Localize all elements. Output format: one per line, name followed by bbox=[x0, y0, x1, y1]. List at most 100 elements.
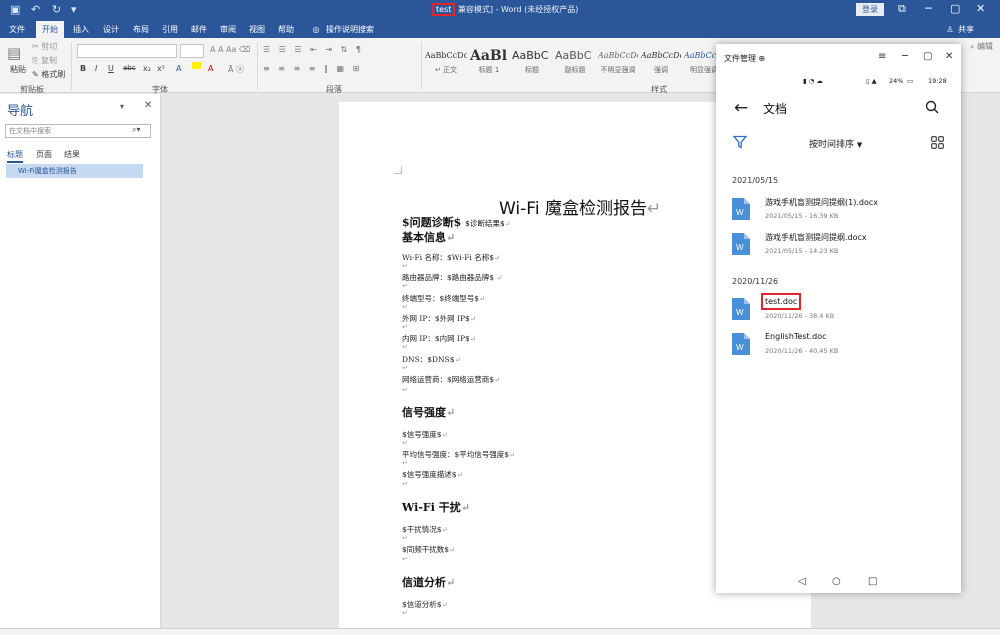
nav-tab-headings[interactable]: 标题 bbox=[7, 149, 23, 163]
copy-button[interactable]: ⎘ 复制 bbox=[32, 55, 57, 66]
nav-recents-icon[interactable]: □ bbox=[868, 576, 877, 587]
file-name: 游戏手机盲测提问提纲(1).docx bbox=[765, 198, 878, 207]
title-rest: 兼容模式] - Word (未经授权产品) bbox=[457, 5, 579, 14]
doc-line: 平均信号强度：$平均信号强度$↵ bbox=[402, 450, 516, 459]
filter-icon[interactable] bbox=[733, 135, 747, 149]
tab-references[interactable]: 引用 bbox=[157, 21, 183, 38]
paste-button[interactable]: 粘贴 bbox=[10, 64, 26, 75]
cut-button[interactable]: ✂ 剪切 bbox=[32, 41, 57, 52]
tab-help[interactable]: 帮助 bbox=[273, 21, 299, 38]
tab-insert[interactable]: 插入 bbox=[68, 21, 94, 38]
word-doc-icon: W bbox=[732, 198, 750, 220]
maximize-icon[interactable]: ▢ bbox=[950, 2, 960, 15]
paste-icon[interactable]: ▤ bbox=[7, 44, 21, 62]
tab-view[interactable]: 视图 bbox=[244, 21, 270, 38]
subscript-button[interactable]: x₂ bbox=[143, 64, 151, 73]
undo-icon[interactable]: ↶ bbox=[31, 3, 40, 16]
divider bbox=[71, 42, 72, 90]
sort-dropdown[interactable]: 按时间排序 ▼ bbox=[809, 137, 862, 150]
nav-search-input[interactable]: 在文档中搜索 bbox=[5, 124, 151, 138]
clock-time: 19:28 bbox=[928, 77, 947, 85]
format-painter-button[interactable]: ✎ 格式刷 bbox=[32, 69, 65, 80]
doc-line: 路由器品牌：$路由器品牌$ ↵ bbox=[402, 273, 503, 282]
copy-label: 复制 bbox=[40, 56, 57, 65]
share-button[interactable]: 共享 bbox=[958, 21, 974, 38]
back-arrow-icon[interactable]: ← bbox=[734, 98, 748, 118]
font-color-button[interactable]: A bbox=[208, 64, 213, 73]
minimize-icon[interactable]: ─ bbox=[925, 2, 932, 15]
font-grow-icon[interactable]: A A Aa ⌫ bbox=[210, 45, 250, 54]
superscript-button[interactable]: x² bbox=[157, 64, 165, 73]
chevron-down-icon: ▼ bbox=[856, 141, 863, 149]
font-name-select[interactable] bbox=[77, 44, 177, 58]
diagnosis-heading: $问题诊断$ $诊断结果$↵ bbox=[402, 216, 511, 229]
login-button[interactable]: 登录 bbox=[856, 3, 884, 16]
title-bar: ▣ ↶ ↻ ▾ test 兼容模式] - Word (未经授权产品) 登录 ⧉ … bbox=[0, 0, 1000, 21]
section-heading-text: 信道分析 bbox=[402, 576, 446, 589]
file-item[interactable]: W 游戏手机盲测提问提纲(1).docx 2021/05/15 - 16.39 … bbox=[732, 194, 954, 228]
nav-close-icon[interactable]: ✕ bbox=[144, 100, 152, 111]
list-buttons-icon[interactable]: ☰ ☰ ☰ ⇤ ⇥ ⇅ ¶ bbox=[263, 45, 364, 54]
strikethrough-button[interactable]: abc bbox=[123, 64, 136, 72]
doc-line: $信号强度描述$↵ bbox=[402, 470, 463, 479]
battery-level: 24% bbox=[889, 77, 904, 85]
nav-heading-item[interactable]: Wi-Fi魔盒检测报告 bbox=[6, 164, 143, 178]
section-heading-text: 信号强度 bbox=[402, 406, 446, 419]
tab-mailings[interactable]: 邮件 bbox=[186, 21, 212, 38]
doc-line-text: 平均信号强度：$平均信号强度$ bbox=[402, 450, 510, 459]
search-icon[interactable] bbox=[925, 100, 939, 114]
underline-button[interactable]: U bbox=[108, 64, 114, 73]
file-item[interactable]: W test.doc 2020/11/26 - 38.4 KB bbox=[732, 293, 954, 328]
search-icon[interactable]: ⌕▾ bbox=[132, 125, 141, 135]
redo-icon[interactable]: ↻ bbox=[52, 3, 61, 16]
tab-review[interactable]: 审阅 bbox=[215, 21, 241, 38]
menu-icon[interactable]: ≡ bbox=[878, 51, 886, 62]
margin-marker bbox=[394, 166, 402, 174]
doc-line: Wi-Fi 名称：$Wi-Fi 名称$↵ bbox=[402, 253, 501, 262]
section-heading: 信道分析↵ bbox=[402, 576, 456, 589]
nav-back-icon[interactable]: ◁ bbox=[798, 576, 806, 587]
bold-button[interactable]: B bbox=[80, 64, 86, 73]
italic-button[interactable]: I bbox=[95, 64, 97, 73]
char-shading-icon[interactable]: Ā ⓐ bbox=[228, 64, 244, 75]
divider bbox=[421, 42, 422, 90]
style-title-label: 标题 bbox=[525, 66, 539, 74]
svg-text:W: W bbox=[736, 243, 744, 252]
date-group-header: 2020/11/26 bbox=[732, 277, 779, 286]
doc-line-text: DNS：$DNS$ bbox=[402, 355, 455, 364]
section-heading-text: Wi-Fi 干扰 bbox=[402, 501, 461, 514]
grid-view-icon[interactable] bbox=[931, 136, 944, 149]
edit-group[interactable]: ⌕ 编辑 bbox=[970, 41, 993, 52]
tab-file[interactable]: 文件 bbox=[4, 21, 30, 38]
file-item[interactable]: W EnglishTest.doc 2020/11/26 - 40.45 KB bbox=[732, 329, 954, 363]
nav-home-icon[interactable]: ○ bbox=[832, 576, 841, 587]
save-icon[interactable]: ▣ bbox=[10, 3, 20, 16]
tab-home[interactable]: 开始 bbox=[36, 21, 64, 38]
nav-options-icon[interactable]: ▾ bbox=[120, 102, 124, 111]
customize-toolbar-icon[interactable]: ▾ bbox=[71, 3, 77, 16]
text-effects-button[interactable]: A bbox=[176, 64, 181, 73]
tab-layout[interactable]: 布局 bbox=[128, 21, 154, 38]
nav-tab-pages[interactable]: 页面 bbox=[36, 149, 52, 160]
doc-line-text: 终端型号：$终端型号$ bbox=[402, 294, 480, 303]
paragraph-mark: ↵ bbox=[402, 480, 408, 488]
align-buttons-icon[interactable]: ≡ ≡ ≡ ≡ ‖ ▦ ⊞ bbox=[263, 64, 362, 73]
tab-design[interactable]: 设计 bbox=[98, 21, 124, 38]
close-icon[interactable]: ✕ bbox=[976, 2, 985, 15]
nav-tab-results[interactable]: 结果 bbox=[64, 149, 80, 160]
tell-me-search[interactable]: 操作说明搜索 bbox=[326, 21, 374, 38]
maximize-icon[interactable]: ▢ bbox=[923, 51, 932, 62]
file-name: EnglishTest.doc bbox=[765, 332, 827, 341]
close-icon[interactable]: ✕ bbox=[945, 51, 953, 62]
window-title: test 兼容模式] - Word (未经授权产品) bbox=[432, 3, 578, 16]
minimize-icon[interactable]: ─ bbox=[902, 51, 908, 62]
word-doc-icon: W bbox=[732, 333, 750, 355]
file-manager-window: 文件管理 ⊕ ≡ ─ ▢ ✕ ▮ ◔ ☁ ▯ ▲ 24% ▭ 19:28 ← 文… bbox=[716, 44, 961, 593]
file-item[interactable]: W 游戏手机盲测提问提纲.docx 2021/05/15 - 14.23 KB bbox=[732, 229, 954, 263]
paragraph-mark: ↵ bbox=[402, 534, 408, 542]
battery-icon: ▭ bbox=[907, 77, 914, 85]
ribbon-display-icon[interactable]: ⧉ bbox=[898, 2, 906, 16]
highlight-color-icon[interactable] bbox=[192, 62, 201, 69]
document-title: Wi-Fi 魔盒检测报告↵ bbox=[499, 199, 662, 219]
font-size-select[interactable] bbox=[180, 44, 204, 58]
